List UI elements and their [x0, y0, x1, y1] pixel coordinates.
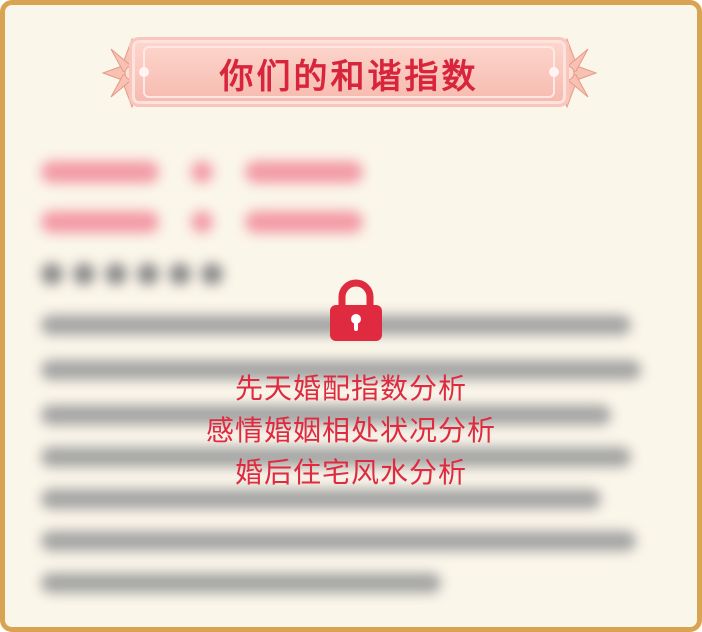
blurred-row — [41, 161, 363, 183]
blurred-line — [41, 573, 441, 593]
blurred-line — [41, 489, 601, 509]
harmony-index-card: 你们的和谐指数 先天婚配指数分析 感情婚姻相处状况分析 婚后住宅风水分析 — [0, 0, 702, 632]
locked-feature-item: 先天婚配指数分析 — [234, 372, 467, 405]
locked-feature-item: 婚后住宅风水分析 — [234, 456, 467, 489]
page-title: 你们的和谐指数 — [219, 57, 479, 97]
locked-feature-item: 感情婚姻相处状况分析 — [205, 414, 496, 447]
blurred-line — [41, 531, 636, 551]
lock-icon — [330, 279, 382, 341]
blurred-row — [41, 211, 363, 233]
blurred-row — [41, 263, 223, 285]
title-banner: 你们的和谐指数 — [97, 31, 602, 117]
title-plaque: 你们的和谐指数 — [129, 37, 569, 107]
